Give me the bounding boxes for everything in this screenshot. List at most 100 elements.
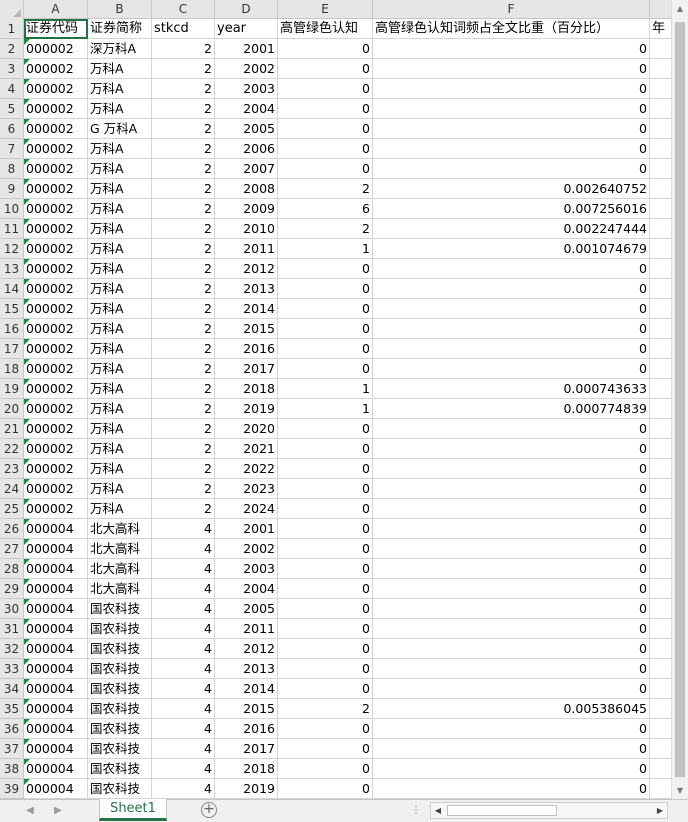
- cell-securities-name[interactable]: 万科A: [88, 239, 152, 259]
- row-header[interactable]: 11: [0, 219, 24, 239]
- cell-securities-code[interactable]: 000002: [24, 279, 88, 299]
- cell-securities-code[interactable]: 000002: [24, 59, 88, 79]
- cell-securities-name[interactable]: 万科A: [88, 59, 152, 79]
- cell-green-cognition-ratio[interactable]: 0: [373, 479, 650, 499]
- cell-green-cognition[interactable]: 0: [278, 59, 373, 79]
- cell-year[interactable]: 2001: [215, 519, 278, 539]
- cell-stkcd[interactable]: 4: [152, 719, 215, 739]
- row-header[interactable]: 31: [0, 619, 24, 639]
- cell-securities-name[interactable]: 国农科技: [88, 639, 152, 659]
- cell-securities-name[interactable]: 万科A: [88, 399, 152, 419]
- cell-year[interactable]: 2019: [215, 779, 278, 799]
- cell-securities-name[interactable]: 国农科技: [88, 739, 152, 759]
- row-header[interactable]: 29: [0, 579, 24, 599]
- cell-securities-name[interactable]: 北大高科: [88, 539, 152, 559]
- cell-column-g[interactable]: [650, 499, 671, 519]
- cell-year[interactable]: 2005: [215, 119, 278, 139]
- row-header[interactable]: 4: [0, 79, 24, 99]
- cell-green-cognition[interactable]: 0: [278, 439, 373, 459]
- cell-column-g[interactable]: [650, 399, 671, 419]
- cell-stkcd[interactable]: 2: [152, 379, 215, 399]
- cell-green-cognition[interactable]: 0: [278, 479, 373, 499]
- cell-green-cognition-ratio[interactable]: 0: [373, 59, 650, 79]
- cell-securities-code[interactable]: 000002: [24, 39, 88, 59]
- cell-securities-name[interactable]: 万科A: [88, 79, 152, 99]
- cell-securities-code[interactable]: 000004: [24, 599, 88, 619]
- cell-year[interactable]: 2002: [215, 59, 278, 79]
- cell-green-cognition-ratio[interactable]: 0: [373, 159, 650, 179]
- row-header[interactable]: 18: [0, 359, 24, 379]
- cell-year[interactable]: 2012: [215, 639, 278, 659]
- spreadsheet-grid[interactable]: A B C D E F 1 证券代码 证券简称 stkcd year 高管绿色认知 高管绿色…: [0, 0, 688, 799]
- cell-year[interactable]: 2016: [215, 339, 278, 359]
- row-header[interactable]: 7: [0, 139, 24, 159]
- cell-column-g[interactable]: [650, 619, 671, 639]
- cell-year[interactable]: 2015: [215, 319, 278, 339]
- cell-stkcd[interactable]: 2: [152, 239, 215, 259]
- row-header[interactable]: 6: [0, 119, 24, 139]
- cell-securities-code[interactable]: 000002: [24, 379, 88, 399]
- cell-year[interactable]: 2011: [215, 619, 278, 639]
- column-header-d[interactable]: D: [215, 0, 278, 19]
- cell-year[interactable]: 2018: [215, 759, 278, 779]
- row-header[interactable]: 22: [0, 439, 24, 459]
- cell-securities-code[interactable]: 000002: [24, 139, 88, 159]
- row-header[interactable]: 1: [0, 19, 24, 39]
- cell-green-cognition[interactable]: 0: [278, 759, 373, 779]
- cell-stkcd[interactable]: 4: [152, 539, 215, 559]
- cell-year[interactable]: 2014: [215, 299, 278, 319]
- cell-securities-code[interactable]: 000004: [24, 639, 88, 659]
- cell-stkcd[interactable]: 2: [152, 359, 215, 379]
- cell-year[interactable]: 2006: [215, 139, 278, 159]
- cell-column-g[interactable]: [650, 579, 671, 599]
- cell-stkcd[interactable]: 2: [152, 339, 215, 359]
- cell-securities-name[interactable]: 万科A: [88, 379, 152, 399]
- cell-green-cognition[interactable]: 1: [278, 239, 373, 259]
- cell-green-cognition[interactable]: 0: [278, 559, 373, 579]
- header-cell-f[interactable]: 高管绿色认知词频占全文比重（百分比）: [373, 19, 650, 39]
- cell-securities-code[interactable]: 000004: [24, 679, 88, 699]
- cell-column-g[interactable]: [650, 119, 671, 139]
- cell-green-cognition-ratio[interactable]: 0: [373, 679, 650, 699]
- cell-green-cognition[interactable]: 0: [278, 639, 373, 659]
- row-header[interactable]: 28: [0, 559, 24, 579]
- cell-year[interactable]: 2002: [215, 539, 278, 559]
- cell-column-g[interactable]: [650, 259, 671, 279]
- cell-securities-name[interactable]: 万科A: [88, 139, 152, 159]
- cell-securities-code[interactable]: 000002: [24, 319, 88, 339]
- cell-green-cognition[interactable]: 0: [278, 779, 373, 799]
- cell-green-cognition-ratio[interactable]: 0.000774839: [373, 399, 650, 419]
- cell-column-g[interactable]: [650, 59, 671, 79]
- cell-securities-name[interactable]: 万科A: [88, 179, 152, 199]
- cell-year[interactable]: 2020: [215, 419, 278, 439]
- cell-stkcd[interactable]: 2: [152, 79, 215, 99]
- header-cell-g[interactable]: 年: [650, 19, 671, 39]
- cell-securities-code[interactable]: 000002: [24, 79, 88, 99]
- cell-securities-code[interactable]: 000004: [24, 759, 88, 779]
- horizontal-scrollbar[interactable]: ◀ ▶: [430, 802, 668, 819]
- cell-green-cognition-ratio[interactable]: 0: [373, 279, 650, 299]
- cell-green-cognition-ratio[interactable]: 0: [373, 719, 650, 739]
- cell-stkcd[interactable]: 4: [152, 779, 215, 799]
- cell-year[interactable]: 2023: [215, 479, 278, 499]
- cell-year[interactable]: 2003: [215, 559, 278, 579]
- row-header[interactable]: 38: [0, 759, 24, 779]
- row-header[interactable]: 34: [0, 679, 24, 699]
- cell-green-cognition[interactable]: 0: [278, 119, 373, 139]
- cell-column-g[interactable]: [650, 699, 671, 719]
- cell-green-cognition[interactable]: 0: [278, 79, 373, 99]
- row-header[interactable]: 19: [0, 379, 24, 399]
- cell-green-cognition[interactable]: 0: [278, 319, 373, 339]
- triangle-down-icon[interactable]: ▼: [672, 782, 688, 799]
- cell-column-g[interactable]: [650, 99, 671, 119]
- cell-green-cognition-ratio[interactable]: 0.001074679: [373, 239, 650, 259]
- cell-green-cognition-ratio[interactable]: 0: [373, 319, 650, 339]
- cell-year[interactable]: 2015: [215, 699, 278, 719]
- cell-year[interactable]: 2008: [215, 179, 278, 199]
- cell-green-cognition-ratio[interactable]: 0: [373, 439, 650, 459]
- cell-securities-code[interactable]: 000002: [24, 99, 88, 119]
- cell-stkcd[interactable]: 2: [152, 399, 215, 419]
- cell-column-g[interactable]: [650, 659, 671, 679]
- cell-year[interactable]: 2010: [215, 219, 278, 239]
- cell-securities-name[interactable]: G 万科A: [88, 119, 152, 139]
